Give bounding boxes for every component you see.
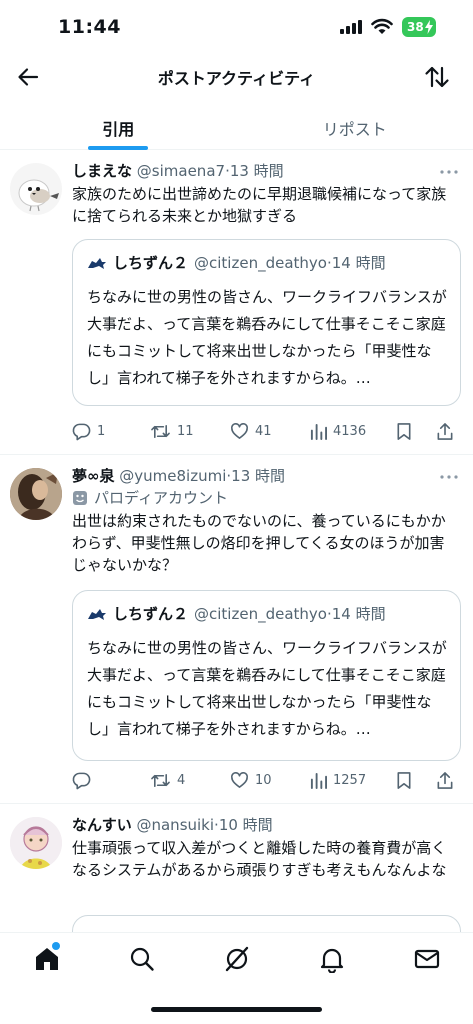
bookmark-button[interactable]: [396, 771, 436, 790]
post-text: 出世は約束されたものでないのに、養っているにもかかわらず、甲斐性無しの烙印を押し…: [72, 512, 446, 574]
page-title: ポストアクティビティ: [157, 69, 316, 88]
reply-icon: [72, 772, 91, 789]
quoted-post[interactable]: しちずん２ @citizen_deathyo·14 時間 ちなみに世の男性の皆さ…: [72, 590, 461, 761]
post-item[interactable]: なんすい @nansuiki·10 時間 仕事頑張って収入差がつくと離婚した時の…: [0, 805, 473, 932]
sort-icon[interactable]: [423, 63, 451, 91]
views-button[interactable]: 1257: [310, 772, 396, 789]
quoted-post-time: ·14 時間: [326, 254, 386, 272]
avatar[interactable]: [10, 468, 62, 520]
quoted-post-time: ·14 時間: [326, 605, 386, 623]
theater-mask-icon: [73, 491, 87, 505]
grok-icon[interactable]: [223, 945, 251, 973]
post-actions: 1 11 41 4136: [72, 421, 461, 441]
parody-label-text: パロディアカウント: [94, 489, 228, 507]
repost-icon: [151, 773, 170, 787]
quoted-post-text: ちなみに世の男性の皆さん、ワークライフバランスが大事だよ、って言葉を鵜呑みにして…: [87, 639, 447, 738]
like-button[interactable]: 41: [230, 422, 310, 441]
like-button[interactable]: 10: [230, 771, 310, 790]
tab-quotes[interactable]: 引用: [0, 104, 237, 150]
share-icon: [437, 422, 453, 440]
heart-icon: [231, 771, 248, 788]
view-count: 4136: [333, 423, 367, 439]
notifications-icon[interactable]: [318, 945, 346, 973]
tab-quotes-label: 引用: [102, 120, 135, 139]
post-actions: 4 10 1257: [72, 770, 461, 790]
illustrated-avatar-image: [10, 817, 62, 869]
post-time: ·13 時間: [226, 467, 286, 485]
reply-button[interactable]: 1: [72, 422, 150, 441]
quoted-display-name: しちずん２: [113, 254, 189, 272]
repost-button[interactable]: 11: [150, 422, 230, 441]
quoted-user-handle: @citizen_deathyo: [194, 605, 327, 623]
home-indicator: [151, 1007, 322, 1012]
more-options-icon[interactable]: [439, 474, 459, 480]
post-item[interactable]: 夢∞泉 @yume8izumi·13 時間 パロディアカウント 出世は約束された…: [0, 456, 473, 804]
quoted-post-text: ちなみに世の男性の皆さん、ワークライフバランスが大事だよ、って言葉を鵜呑みにして…: [87, 288, 447, 387]
portrait-avatar-image: [10, 468, 62, 520]
quoted-post[interactable]: [72, 915, 461, 932]
quoted-user-avatar-icon: [88, 258, 106, 269]
repost-count: 4: [177, 772, 186, 788]
status-time: 11:44: [58, 16, 121, 38]
status-bar: 11:44 38: [0, 0, 473, 54]
active-tab-indicator: [88, 146, 149, 150]
avatar[interactable]: [10, 817, 62, 869]
quoted-user-handle: @citizen_deathyo: [194, 254, 327, 272]
display-name[interactable]: 夢∞泉: [72, 467, 115, 485]
share-button[interactable]: [436, 771, 456, 790]
user-handle[interactable]: @simaena7: [137, 162, 225, 180]
reply-button[interactable]: [72, 771, 150, 790]
post-time: ·10 時間: [214, 816, 273, 834]
tab-bar: 引用 リポスト: [0, 104, 473, 150]
share-icon: [437, 771, 453, 789]
repost-icon: [151, 424, 170, 438]
display-name[interactable]: しまえな: [72, 162, 132, 180]
quoted-post-header: しちずん２ @citizen_deathyo·14 時間: [87, 603, 448, 625]
bird-avatar-image: [18, 179, 59, 212]
charging-bolt-icon: [425, 20, 433, 34]
post-item[interactable]: しまえな @simaena7·13 時間 家族のために出世諦めたのに早期退職候補…: [0, 151, 473, 455]
battery-level: 38: [407, 20, 424, 34]
like-count: 10: [255, 772, 272, 788]
user-handle[interactable]: @yume8izumi: [119, 467, 226, 485]
post-text: 家族のために出世諦めたのに早期退職候補になって家族に捨てられる未来とか地獄すぎる: [72, 185, 447, 225]
display-name[interactable]: なんすい: [72, 816, 132, 834]
quoted-post-header: しちずん２ @citizen_deathyo·14 時間: [87, 252, 448, 274]
user-handle[interactable]: @nansuiki: [136, 816, 214, 834]
repost-button[interactable]: 4: [150, 771, 230, 790]
bookmark-icon: [397, 771, 411, 789]
new-posts-dot: [52, 942, 60, 950]
avatar[interactable]: [10, 163, 62, 215]
heart-icon: [231, 422, 248, 439]
messages-icon[interactable]: [413, 945, 441, 973]
battery-indicator: 38: [402, 17, 436, 37]
tab-reposts-label: リポスト: [322, 120, 387, 139]
post-header: 夢∞泉 @yume8izumi·13 時間: [72, 466, 459, 486]
cellular-signal-icon: [340, 20, 362, 34]
search-icon[interactable]: [128, 945, 156, 973]
views-chart-icon: [310, 423, 327, 440]
repost-count: 11: [177, 423, 194, 439]
quoted-display-name: しちずん２: [113, 605, 189, 623]
top-bar: ポストアクティビティ: [0, 54, 473, 100]
reply-count: 1: [97, 423, 106, 439]
bookmark-button[interactable]: [396, 422, 436, 441]
post-header: なんすい @nansuiki·10 時間: [72, 815, 459, 835]
view-count: 1257: [333, 772, 367, 788]
like-count: 41: [255, 423, 272, 439]
views-button[interactable]: 4136: [310, 423, 396, 440]
reply-icon: [72, 423, 91, 440]
share-button[interactable]: [436, 422, 456, 441]
post-header: しまえな @simaena7·13 時間: [72, 161, 459, 181]
quoted-user-avatar-icon: [88, 609, 106, 620]
more-options-icon[interactable]: [439, 169, 459, 175]
post-text: 仕事頑張って収入差がつくと離婚した時の養育費が高くなるシステムがあるから頑張りす…: [72, 839, 447, 879]
wifi-icon: [371, 18, 393, 34]
parody-account-label: パロディアカウント: [72, 488, 459, 508]
tab-reposts[interactable]: リポスト: [237, 104, 473, 149]
quoted-post[interactable]: しちずん２ @citizen_deathyo·14 時間 ちなみに世の男性の皆さ…: [72, 239, 461, 406]
bookmark-icon: [397, 422, 411, 440]
views-chart-icon: [310, 772, 327, 789]
post-time: ·13 時間: [225, 162, 284, 180]
